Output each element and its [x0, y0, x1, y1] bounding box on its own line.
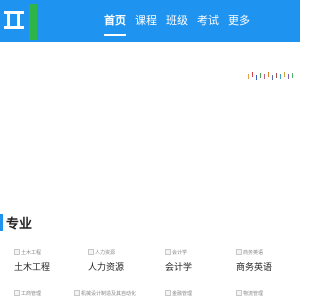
thumbnail-alt-text: 商务英语 — [243, 249, 264, 256]
major-thumbnail: 人力资源 — [88, 248, 158, 256]
banner-figure — [268, 72, 269, 77]
nav-classes[interactable]: 班级 — [166, 0, 188, 42]
major-thumbnail: 物流管理 — [236, 289, 306, 297]
thumbnail-alt-text: 会计学 — [172, 249, 188, 256]
major-name: 土木工程 — [14, 263, 51, 273]
major-name: 会计学 — [165, 263, 193, 273]
major-card[interactable]: 土木工程 土木工程 — [14, 248, 84, 273]
banner-figure — [252, 72, 253, 77]
major-thumbnail: 会计学 — [165, 248, 235, 256]
major-card[interactable]: 人力资源 人力资源 — [88, 248, 158, 273]
major-card[interactable]: 商务英语 商务英语 — [236, 248, 306, 273]
section-title: 专业 — [6, 217, 33, 232]
main-nav: 首页 课程 班级 考试 更多 — [104, 0, 259, 42]
major-thumbnail: 金融管理 — [165, 289, 235, 297]
banner-figure — [256, 75, 257, 80]
nav-home[interactable]: 首页 — [104, 0, 126, 42]
banner-figure — [264, 74, 265, 79]
banner-figure — [272, 75, 273, 80]
nav-courses[interactable]: 课程 — [135, 0, 157, 42]
major-card[interactable]: 机械设计制造及其自动化 — [74, 289, 144, 297]
banner-figure — [276, 73, 277, 78]
banner-figure — [292, 73, 293, 78]
logo-stroke — [7, 11, 10, 29]
thumbnail-alt-text: 人力资源 — [95, 249, 116, 256]
broken-image-icon — [74, 290, 80, 296]
nav-more[interactable]: 更多 — [228, 0, 250, 42]
thumbnail-alt-text: 物流管理 — [243, 290, 264, 297]
major-thumbnail: 商务英语 — [236, 248, 306, 256]
logo-accent — [29, 4, 37, 40]
major-card[interactable]: 金融管理 — [165, 289, 235, 297]
major-thumbnail: 机械设计制造及其自动化 — [74, 289, 144, 297]
thumbnail-alt-text: 工商管理 — [21, 290, 42, 297]
thumbnail-alt-text: 机械设计制造及其自动化 — [81, 290, 137, 297]
banner-figure — [248, 74, 249, 79]
broken-image-icon — [14, 290, 20, 296]
banner-figure — [260, 73, 261, 78]
major-name: 人力资源 — [88, 263, 125, 273]
top-nav-bar: 首页 课程 班级 考试 更多 — [0, 0, 300, 42]
major-name: 商务英语 — [236, 263, 273, 273]
nav-exams[interactable]: 考试 — [197, 0, 219, 42]
major-card[interactable]: 会计学 会计学 — [165, 248, 235, 273]
thumbnail-alt-text: 金融管理 — [172, 290, 193, 297]
broken-image-icon — [165, 249, 171, 255]
hero-banner[interactable] — [0, 42, 300, 200]
major-card[interactable]: 物流管理 — [236, 289, 306, 297]
broken-image-icon — [14, 249, 20, 255]
banner-figure — [284, 72, 285, 77]
broken-image-icon — [165, 290, 171, 296]
major-thumbnail: 土木工程 — [14, 248, 84, 256]
section-accent-bar — [0, 214, 3, 231]
broken-image-icon — [236, 249, 242, 255]
banner-figure — [280, 74, 281, 79]
site-logo[interactable] — [0, 4, 29, 40]
broken-image-icon — [236, 290, 242, 296]
banner-figure — [288, 74, 289, 79]
logo-stroke — [17, 11, 20, 29]
broken-image-icon — [88, 249, 94, 255]
thumbnail-alt-text: 土木工程 — [21, 249, 42, 256]
